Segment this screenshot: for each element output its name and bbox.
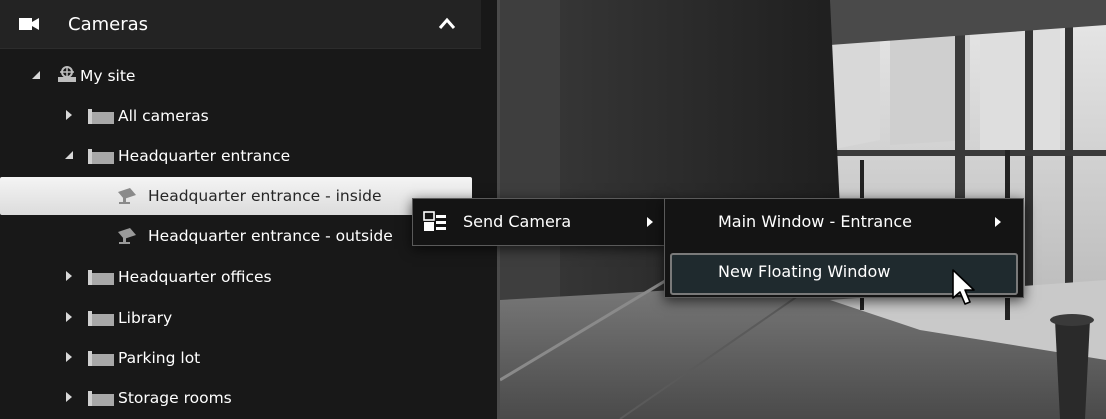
tree-item-label: Headquarter offices — [118, 268, 272, 286]
tree-item-headquarter-entrance[interactable]: Headquarter entrance — [0, 137, 472, 175]
menu-item-label: Main Window - Entrance — [718, 212, 912, 231]
expand-triangle-icon[interactable] — [64, 312, 74, 322]
tree-item-all-cameras[interactable]: All cameras — [0, 97, 472, 135]
send-camera-icon — [423, 211, 446, 231]
submenu-arrow-icon — [995, 217, 1001, 227]
tree-item-headquarter-offices[interactable]: Headquarter offices — [0, 258, 472, 296]
tree-item-label: Headquarter entrance - inside — [148, 187, 382, 205]
mouse-cursor-icon — [952, 269, 975, 305]
expand-triangle-icon[interactable] — [64, 271, 74, 281]
menu-item-main-window-entrance[interactable]: Main Window - Entrance — [665, 199, 1023, 245]
site-icon — [58, 66, 76, 82]
expand-triangle-icon[interactable] — [64, 150, 74, 160]
tree-item-label: Headquarter entrance — [118, 147, 291, 165]
tree-item-headquarter-entrance-inside[interactable]: Headquarter entrance - inside — [0, 177, 472, 215]
tree-item-label: My site — [80, 67, 136, 85]
cameras-panel-header[interactable]: Cameras — [0, 0, 481, 49]
camera-icon — [118, 188, 136, 204]
panel-title: Cameras — [68, 14, 149, 35]
folder-icon — [88, 270, 114, 285]
folder-icon — [88, 351, 114, 366]
expand-triangle-icon[interactable] — [31, 70, 41, 80]
camera-icon — [118, 228, 136, 244]
expand-triangle-icon[interactable] — [64, 352, 74, 362]
context-menu: Send Camera — [412, 198, 666, 246]
folder-icon — [88, 311, 114, 326]
folder-icon — [88, 109, 114, 124]
tree-item-parking-lot[interactable]: Parking lot — [0, 339, 472, 377]
submenu-arrow-icon — [647, 217, 653, 227]
tree-item-label: Storage rooms — [118, 389, 232, 407]
tree-item-label: Parking lot — [118, 349, 201, 367]
expand-triangle-icon[interactable] — [64, 110, 74, 120]
tree-item-label: Headquarter entrance - outside — [148, 227, 393, 245]
menu-item-label: New Floating Window — [718, 262, 891, 281]
tree-item-library[interactable]: Library — [0, 299, 472, 337]
folder-icon — [88, 391, 114, 406]
tree-item-headquarter-entrance-outside[interactable]: Headquarter entrance - outside — [0, 217, 472, 255]
tree-item-my-site[interactable]: My site — [0, 57, 472, 95]
tree-item-label: Library — [118, 309, 173, 327]
chevron-up-icon[interactable] — [438, 16, 456, 30]
menu-item-label: Send Camera — [463, 212, 572, 231]
tree-item-label: All cameras — [118, 107, 209, 125]
tree-item-storage-rooms[interactable]: Storage rooms — [0, 379, 472, 417]
menu-item-send-camera[interactable]: Send Camera — [413, 199, 665, 245]
folder-icon — [88, 149, 114, 164]
expand-triangle-icon[interactable] — [64, 392, 74, 402]
camera-icon — [19, 18, 39, 30]
